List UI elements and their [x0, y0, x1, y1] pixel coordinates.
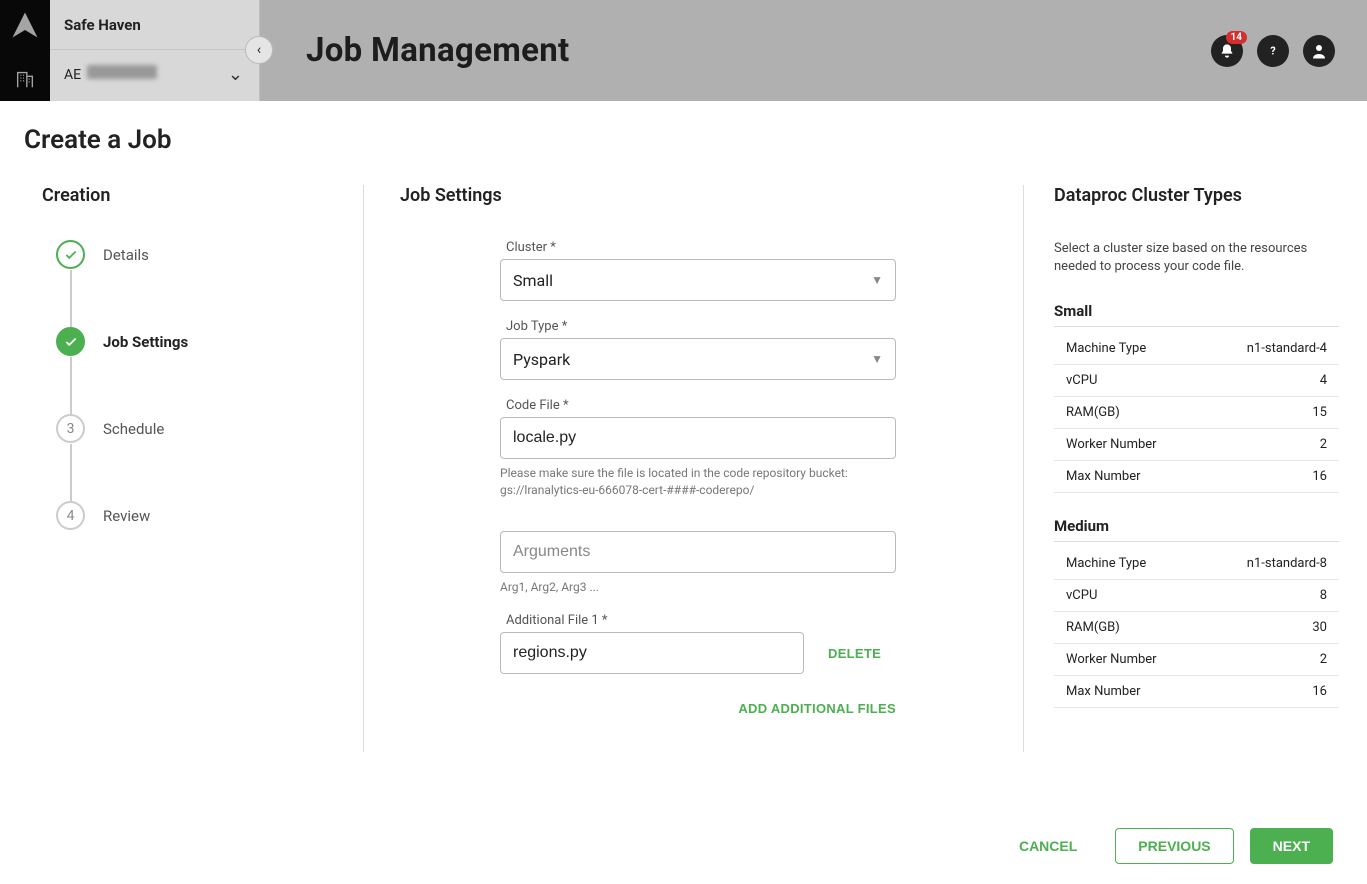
page-title-area: Job Management	[260, 0, 1211, 101]
collapse-sidebar-button[interactable]: ‹	[245, 36, 273, 64]
stepper-column: Creation Details Job Settings 3 Schedule	[24, 185, 364, 752]
step-details[interactable]: Details	[56, 240, 333, 269]
table-row: Max Number16	[1054, 461, 1339, 493]
bell-icon	[1219, 43, 1235, 59]
arguments-hint: Arg1, Arg2, Arg3 ...	[500, 579, 896, 596]
table-row: Machine Typen1-standard-4	[1054, 333, 1339, 365]
cluster-select[interactable]: Small ▼	[500, 259, 896, 301]
profile-button[interactable]	[1303, 35, 1335, 67]
form-title: Job Settings	[400, 185, 987, 206]
step-label: Review	[103, 507, 150, 525]
brand-column: Safe Haven AE ⌄ ‹	[50, 0, 260, 101]
step-job-settings[interactable]: Job Settings	[56, 327, 333, 356]
help-button[interactable]: ?	[1257, 35, 1289, 67]
addfile-label: Additional File 1 *	[506, 613, 987, 628]
cluster-type-table-medium: Machine Typen1-standard-8 vCPU8 RAM(GB)3…	[1054, 548, 1339, 708]
account-id-redacted	[87, 65, 157, 79]
stepper-title: Creation	[42, 185, 333, 206]
delete-file-button[interactable]: DELETE	[828, 646, 881, 661]
cluster-label: Cluster *	[506, 240, 987, 255]
check-icon	[64, 248, 78, 262]
svg-text:?: ?	[1270, 44, 1275, 57]
account-selector[interactable]: AE ⌄	[50, 50, 259, 100]
chevron-down-icon: ⌄	[228, 50, 243, 100]
user-icon	[1310, 42, 1328, 60]
cluster-value: Small	[513, 271, 553, 290]
codefile-input[interactable]	[500, 417, 896, 459]
add-additional-files-button[interactable]: ADD ADDITIONAL FILES	[738, 701, 896, 716]
table-row: Machine Typen1-standard-8	[1054, 548, 1339, 580]
additional-file-input[interactable]	[500, 632, 804, 674]
dropdown-arrow-icon: ▼	[871, 352, 883, 366]
top-bar: Safe Haven AE ⌄ ‹ Job Management 14 ?	[0, 0, 1367, 101]
cancel-button[interactable]: CANCEL	[997, 828, 1099, 864]
account-prefix: AE	[64, 67, 81, 83]
table-row: Worker Number2	[1054, 644, 1339, 676]
dropdown-arrow-icon: ▼	[871, 273, 883, 287]
step-number: 4	[56, 501, 85, 530]
notifications-button[interactable]: 14	[1211, 35, 1243, 67]
page-title: Job Management	[306, 31, 569, 70]
table-row: RAM(GB)15	[1054, 397, 1339, 429]
header-actions: 14 ?	[1211, 0, 1367, 101]
info-column: Dataproc Cluster Types Select a cluster …	[1024, 185, 1367, 752]
step-label: Job Settings	[103, 333, 188, 351]
table-row: RAM(GB)30	[1054, 612, 1339, 644]
next-button[interactable]: NEXT	[1250, 828, 1333, 864]
brand-title: Safe Haven	[50, 0, 259, 50]
jobtype-select[interactable]: Pyspark ▼	[500, 338, 896, 380]
app-logo-icon	[10, 10, 40, 40]
left-rail	[0, 0, 50, 101]
step-label: Schedule	[103, 420, 164, 438]
step-label: Details	[103, 246, 149, 264]
jobtype-label: Job Type *	[506, 319, 987, 334]
table-row: Max Number16	[1054, 676, 1339, 708]
previous-button[interactable]: PREVIOUS	[1115, 828, 1233, 864]
check-icon	[64, 335, 78, 349]
cluster-type-name: Medium	[1054, 517, 1339, 535]
notification-badge: 14	[1226, 31, 1247, 44]
arguments-input[interactable]	[500, 531, 896, 573]
help-icon: ?	[1265, 43, 1281, 59]
table-row: Worker Number2	[1054, 429, 1339, 461]
codefile-label: Code File *	[506, 398, 987, 413]
step-number: 3	[56, 414, 85, 443]
content: Create a Job Creation Details Job Settin…	[0, 101, 1367, 752]
info-title: Dataproc Cluster Types	[1054, 185, 1339, 206]
step-review[interactable]: 4 Review	[56, 501, 333, 530]
building-icon[interactable]	[14, 68, 36, 90]
table-row: vCPU8	[1054, 580, 1339, 612]
info-description: Select a cluster size based on the resou…	[1054, 240, 1339, 276]
step-schedule[interactable]: 3 Schedule	[56, 414, 333, 443]
content-title: Create a Job	[24, 125, 1367, 155]
jobtype-value: Pyspark	[513, 350, 570, 369]
codefile-hint: Please make sure the file is located in …	[500, 465, 896, 499]
cluster-type-name: Small	[1054, 302, 1339, 320]
form-column: Job Settings Cluster * Small ▼ Job Type …	[364, 185, 1024, 752]
table-row: vCPU4	[1054, 365, 1339, 397]
footer-actions: CANCEL PREVIOUS NEXT	[997, 828, 1333, 864]
cluster-type-table-small: Machine Typen1-standard-4 vCPU4 RAM(GB)1…	[1054, 333, 1339, 493]
